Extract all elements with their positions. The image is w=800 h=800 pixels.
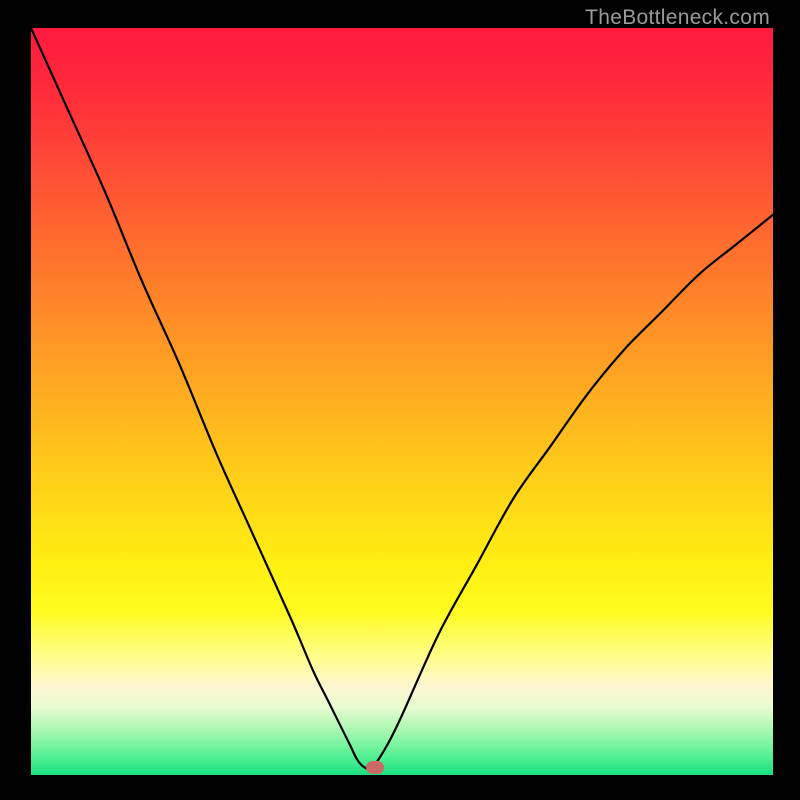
plot-area — [31, 28, 773, 775]
bottleneck-curve — [31, 28, 773, 775]
optimal-point-marker — [366, 761, 384, 774]
watermark-text: TheBottleneck.com — [585, 6, 770, 30]
chart-frame: TheBottleneck.com — [0, 0, 800, 800]
